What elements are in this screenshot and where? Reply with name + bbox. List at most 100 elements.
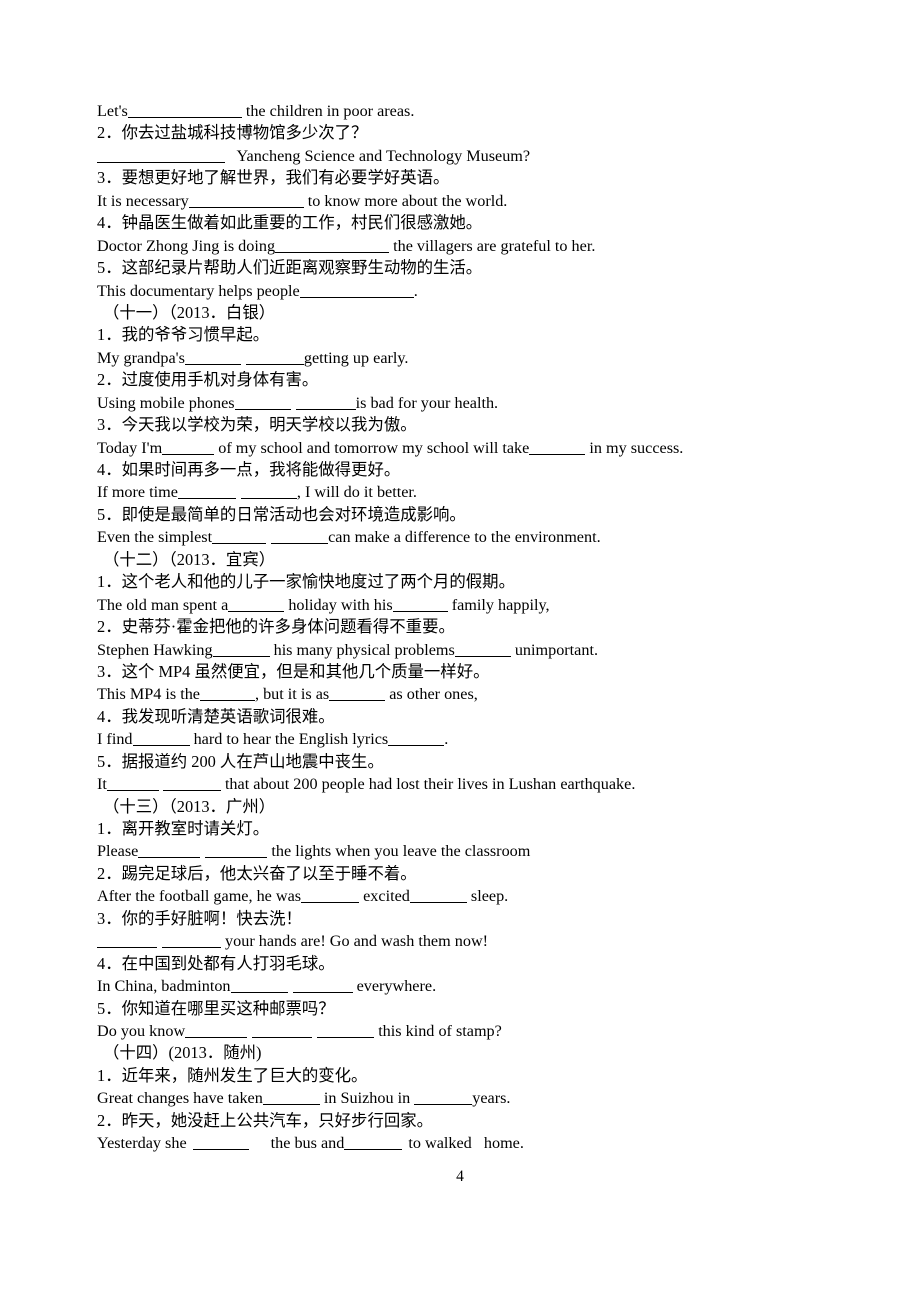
answer-line: My grandpa's getting up early. [97,347,860,369]
blank-underline[interactable] [295,396,356,410]
blank-underline[interactable] [177,485,236,500]
blank-underline[interactable] [212,530,267,545]
blank-underline[interactable] [205,844,268,859]
line-text: Yesterday she [97,1134,187,1153]
section-heading-12: （十二）（2013．宜宾） [103,549,276,569]
answer-line: Doctor Zhong Jing is doing the villagers… [97,235,860,257]
blank-underline[interactable] [97,934,157,949]
blank-underline[interactable] [212,643,270,657]
line-text: Let's [97,102,128,120]
answer-line: This MP4 is the , but it is as as other o… [97,683,860,705]
line-text: that about 200 people had lost their liv… [220,775,636,794]
line-text: Stephen Hawking [97,640,213,659]
blank-underline[interactable] [184,351,241,365]
answer-line: Great changes have taken in Suizhou in y… [97,1087,860,1109]
blank-underline[interactable] [188,194,304,208]
line-text: everywhere. [352,977,437,996]
blank-underline[interactable] [245,351,304,365]
question-line: 3．你的手好脏啊！快去洗！ [97,908,302,928]
question-line: 5．这部纪录片帮助人们近距离观察野生动物的生活。 [97,258,483,278]
answer-line: Even the simplest can make a difference t… [97,526,860,548]
line-text: to walked home. [408,1134,524,1153]
question-line: 3．要想更好地了解世界，我们有必要学好英语。 [97,168,450,188]
blank-underline[interactable] [162,441,215,455]
blank-underline[interactable] [252,1024,313,1038]
question-line: 5．你知道在哪里买这种邮票吗？ [97,998,335,1018]
blank-underline[interactable] [392,598,448,612]
blank-underline[interactable] [292,979,353,994]
answer-line: In China, badminton everywhere. [97,975,860,997]
line-text: Today I'm [97,438,163,457]
answer-line: I find hard to hear the English lyrics. [97,728,860,750]
blank-underline[interactable] [230,979,288,994]
answer-line: It is necessary to know more about the w… [97,190,860,212]
line-text: is bad for your health. [355,393,499,412]
blank-underline[interactable] [106,777,159,792]
blank-underline[interactable] [454,643,511,657]
line-text: the bus and [270,1134,345,1153]
blank-underline[interactable] [162,777,221,792]
blank-underline[interactable] [228,598,285,612]
blank-underline[interactable] [409,889,467,904]
blank-underline[interactable] [299,284,414,298]
blank-underline[interactable] [127,104,242,118]
blank-underline[interactable] [329,687,386,702]
blank-underline[interactable] [317,1024,375,1038]
blank-underline[interactable] [192,1136,249,1151]
blank-underline[interactable] [199,687,255,702]
line-text: After the football game, he was [97,887,302,906]
question-line: 2．史蒂芬·霍金把他的许多身体问题看得不重要。 [97,617,455,637]
line-text: this kind of stamp? [374,1021,502,1040]
section-heading-13: （十三）（2013．广州） [103,796,276,816]
answer-line: Do you know this kind of stamp? [97,1020,860,1042]
answer-line: If more time , I will do it better. [97,481,860,503]
line-text: Using mobile phones [97,393,235,412]
answer-line: Let's the children in poor areas. [97,100,860,122]
blank-underline[interactable] [262,1091,320,1106]
line-text: This MP4 is the [97,685,200,704]
line-text: It is necessary [97,191,189,210]
line-text: to know more about the world. [303,191,508,210]
line-text: . [413,281,418,300]
blank-underline[interactable] [344,1136,403,1151]
blank-underline[interactable] [132,732,190,747]
document-page: Let's the children in poor areas. 2．你去过盐… [0,0,920,1300]
answer-line: After the football game, he was excited … [97,885,860,907]
answer-line: Using mobile phones is bad for your healt… [97,392,860,414]
blank-underline[interactable] [97,149,225,163]
blank-underline[interactable] [271,530,329,545]
line-text: This documentary helps people [97,281,300,300]
line-text: Yancheng Science and Technology Museum? [233,146,531,165]
line-text: Do you know [97,1021,186,1040]
blank-underline[interactable] [529,441,586,455]
line-text: his many physical problems [269,640,455,659]
blank-underline[interactable] [162,934,221,949]
blank-underline[interactable] [185,1024,248,1038]
blank-underline[interactable] [275,239,390,253]
line-text: the children in poor areas. [241,102,415,120]
answer-line: Stephen Hawking his many physical proble… [97,639,860,661]
question-line: 3．这个 MP4 虽然便宜，但是和其他几个质量一样好。 [97,661,490,681]
blank-underline[interactable] [414,1091,473,1106]
question-line: 4．我发现听清楚英语歌词很难。 [97,706,335,726]
line-text: holiday with his [284,595,393,614]
question-line: 4．在中国到处都有人打羽毛球。 [97,953,335,973]
blank-underline[interactable] [301,889,360,904]
line-text: Please [97,842,139,861]
question-line: 1．我的爷爷习惯早起。 [97,325,270,345]
line-text: It [97,775,107,794]
blank-underline[interactable] [240,485,297,500]
line-text: If more time [97,483,178,502]
line-text: the villagers are grateful to her. [389,236,596,255]
blank-underline[interactable] [234,396,291,410]
line-text: years. [472,1089,511,1108]
question-line: 5．据报道约 200 人在芦山地震中丧生。 [97,751,384,771]
line-text: excited [359,887,410,906]
answer-line: your hands are! Go and wash them now! [97,930,860,952]
question-line: 3．今天我以学校为荣，明天学校以我为傲。 [97,415,417,435]
line-text: the lights when you leave the classroom [267,842,531,861]
question-line: 2．踢完足球后，他太兴奋了以至于睡不着。 [97,863,417,883]
question-line: 1．这个老人和他的儿子一家愉快地度过了两个月的假期。 [97,572,515,592]
blank-underline[interactable] [388,732,445,747]
blank-underline[interactable] [138,844,201,859]
